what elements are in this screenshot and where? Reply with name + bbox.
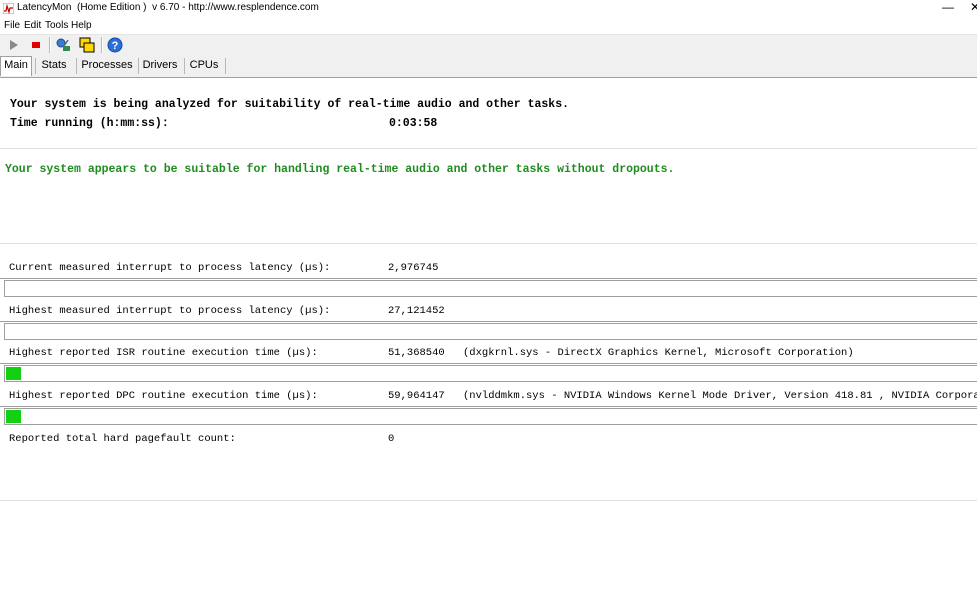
row-divider (0, 321, 977, 322)
tab-separator (35, 58, 36, 74)
dpc-time-gauge-fill (6, 410, 21, 423)
stop-icon[interactable] (28, 37, 44, 53)
window-title-version: v 6.70 - http://www.resplendence.com (152, 2, 319, 13)
dpc-time-value: 59,964147 (388, 390, 445, 402)
toolbar: ? (0, 35, 977, 55)
section-divider (0, 243, 977, 244)
menu-tools[interactable]: Tools (45, 20, 68, 31)
dpc-time-gauge (4, 408, 977, 425)
window-title: LatencyMon (Home Edition ) v 6.70 - http… (17, 2, 319, 13)
tab-separator (225, 58, 226, 74)
current-latency-value: 2,976745 (388, 262, 439, 274)
section-divider (0, 500, 977, 501)
processes-tool-icon[interactable] (79, 37, 95, 53)
isr-time-gauge-fill (6, 367, 21, 380)
highest-latency-value: 27,121452 (388, 305, 445, 317)
latencymon-app-icon (3, 3, 14, 14)
minimize-button[interactable]: — (938, 0, 958, 18)
time-running-value: 0:03:58 (389, 117, 438, 130)
close-button[interactable]: ✕ (970, 0, 977, 18)
dpc-driver-detail: (nvlddmkm.sys - NVIDIA Windows Kernel Mo… (463, 390, 977, 402)
tab-cpus[interactable]: CPUs (187, 57, 221, 74)
menu-file[interactable]: File (4, 20, 20, 31)
isr-time-label: Highest reported ISR routine execution t… (9, 347, 318, 359)
tab-main[interactable]: Main (0, 56, 32, 76)
highest-latency-label: Highest measured interrupt to process la… (9, 305, 331, 317)
analysis-status-text: Your system is being analyzed for suitab… (10, 98, 569, 111)
play-icon[interactable] (6, 37, 22, 53)
time-running-label: Time running (h:mm:ss): (10, 117, 169, 130)
menu-edit[interactable]: Edit (24, 20, 41, 31)
menu-help[interactable]: Help (71, 20, 92, 31)
isr-time-gauge (4, 365, 977, 382)
menu-bar: File Edit Tools Help (0, 18, 977, 35)
current-latency-label: Current measured interrupt to process la… (9, 262, 331, 274)
section-divider (0, 148, 977, 149)
tab-stats[interactable]: Stats (38, 57, 70, 74)
title-bar: LatencyMon (Home Edition ) v 6.70 - http… (0, 0, 977, 18)
isr-driver-detail: (dxgkrnl.sys - DirectX Graphics Kernel, … (463, 347, 854, 359)
dpc-time-label: Highest reported DPC routine execution t… (9, 390, 318, 402)
tab-drivers[interactable]: Drivers (141, 57, 179, 74)
tab-processes[interactable]: Processes (80, 57, 134, 74)
isr-time-value: 51,368540 (388, 347, 445, 359)
toolbar-separator (49, 37, 51, 53)
highest-latency-gauge (4, 323, 977, 340)
drivers-tool-icon[interactable] (55, 37, 71, 53)
tab-separator (184, 58, 185, 74)
svg-text:?: ? (112, 40, 119, 52)
row-divider (0, 406, 977, 407)
tab-separator (138, 58, 139, 74)
pagefault-count-value: 0 (388, 433, 395, 445)
tab-separator (76, 58, 77, 74)
help-icon[interactable]: ? (107, 37, 123, 53)
row-divider (0, 363, 977, 364)
toolbar-separator (101, 37, 103, 53)
pagefault-count-label: Reported total hard pagefault count: (9, 433, 236, 445)
window-title-app: LatencyMon (17, 2, 72, 13)
verdict-message: Your system appears to be suitable for h… (5, 163, 675, 176)
window-title-edition: (Home Edition ) (77, 2, 147, 13)
tab-strip: Main Stats Processes Drivers CPUs (0, 55, 977, 78)
current-latency-gauge (4, 280, 977, 297)
row-divider (0, 278, 977, 279)
